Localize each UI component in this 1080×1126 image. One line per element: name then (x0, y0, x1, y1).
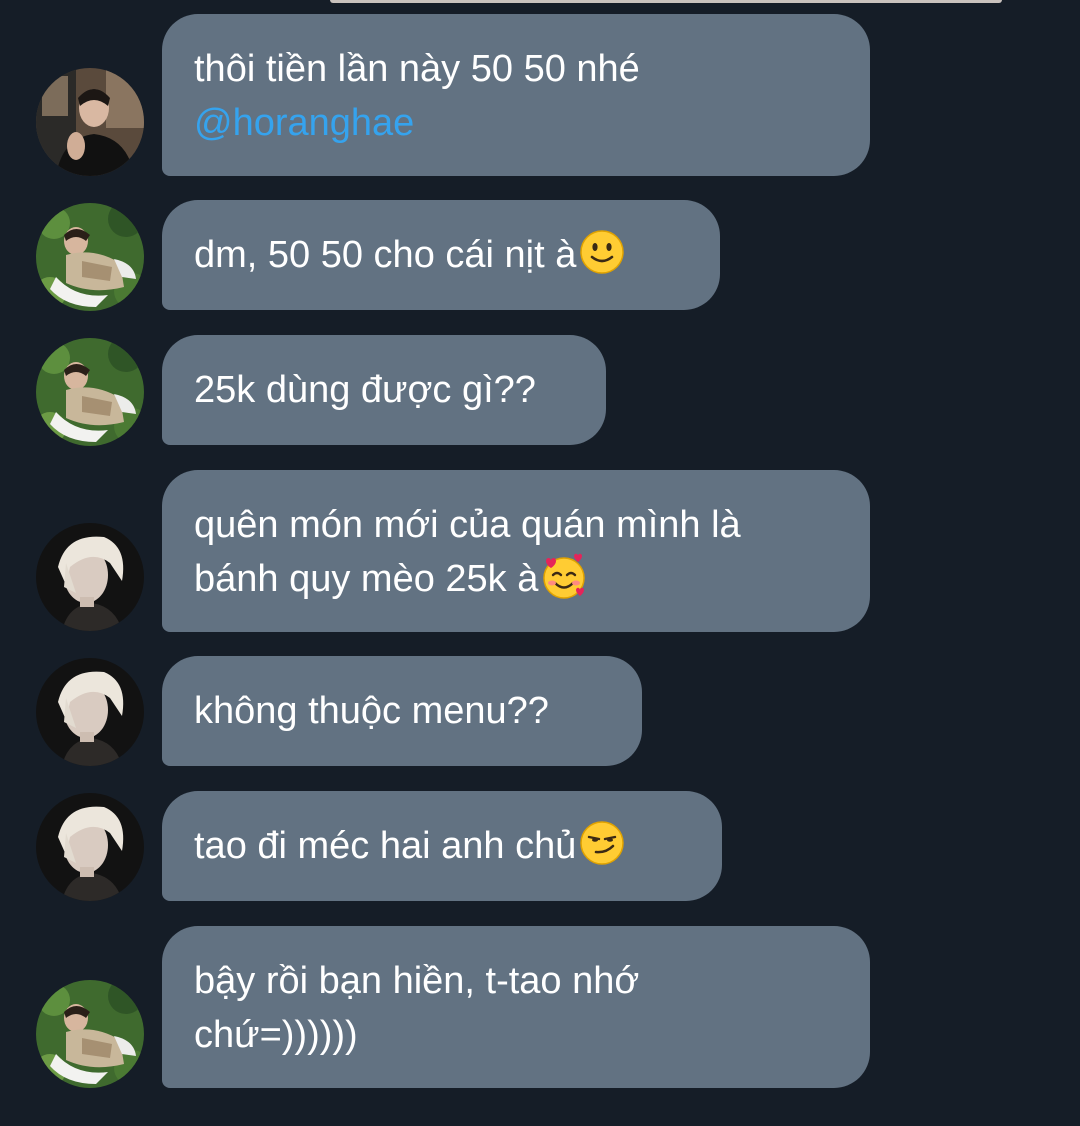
chat-thread: thôi tiền lần này 50 50 nhé @horanghae d… (0, 0, 1080, 1126)
message-bubble[interactable]: thôi tiền lần này 50 50 nhé @horanghae (162, 14, 870, 176)
previous-message-edge (330, 0, 1002, 3)
avatar-garden[interactable] (36, 203, 144, 311)
message-text: 25k dùng được gì?? (194, 369, 536, 411)
message-bubble[interactable]: quên món mới của quán mình là bánh quy m… (162, 470, 870, 632)
message-text: bánh quy mèo 25k à (194, 558, 539, 600)
message-text: quên món mới của quán mình là (194, 504, 741, 546)
message-text: thôi tiền lần này 50 50 nhé (194, 48, 640, 90)
avatar-blond[interactable] (36, 793, 144, 901)
avatar-garden[interactable] (36, 338, 144, 446)
slightly-smiling-face-icon (578, 228, 626, 276)
message-bubble[interactable]: dm, 50 50 cho cái nịt à (162, 200, 720, 310)
message-text: dm, 50 50 cho cái nịt à (194, 234, 577, 276)
message-text: bậy rồi bạn hiền, t-tao nhớ (194, 960, 640, 1002)
message-bubble[interactable]: bậy rồi bạn hiền, t-tao nhớ chứ=)))))) (162, 926, 870, 1088)
message-bubble[interactable]: tao đi méc hai anh chủ (162, 791, 722, 901)
message-text: chứ=)))))) (194, 1014, 358, 1056)
avatar-dark-shirt[interactable] (36, 68, 144, 176)
avatar-blond[interactable] (36, 658, 144, 766)
message-bubble[interactable]: không thuộc menu?? (162, 656, 642, 766)
user-mention-link[interactable]: @horanghae (194, 96, 838, 150)
avatar-garden[interactable] (36, 980, 144, 1088)
smirking-face-icon (578, 819, 626, 867)
avatar-blond[interactable] (36, 523, 144, 631)
message-text: tao đi méc hai anh chủ (194, 825, 577, 867)
message-text: không thuộc menu?? (194, 690, 549, 732)
message-bubble[interactable]: 25k dùng được gì?? (162, 335, 606, 445)
smiling-face-with-hearts-icon (540, 552, 588, 600)
